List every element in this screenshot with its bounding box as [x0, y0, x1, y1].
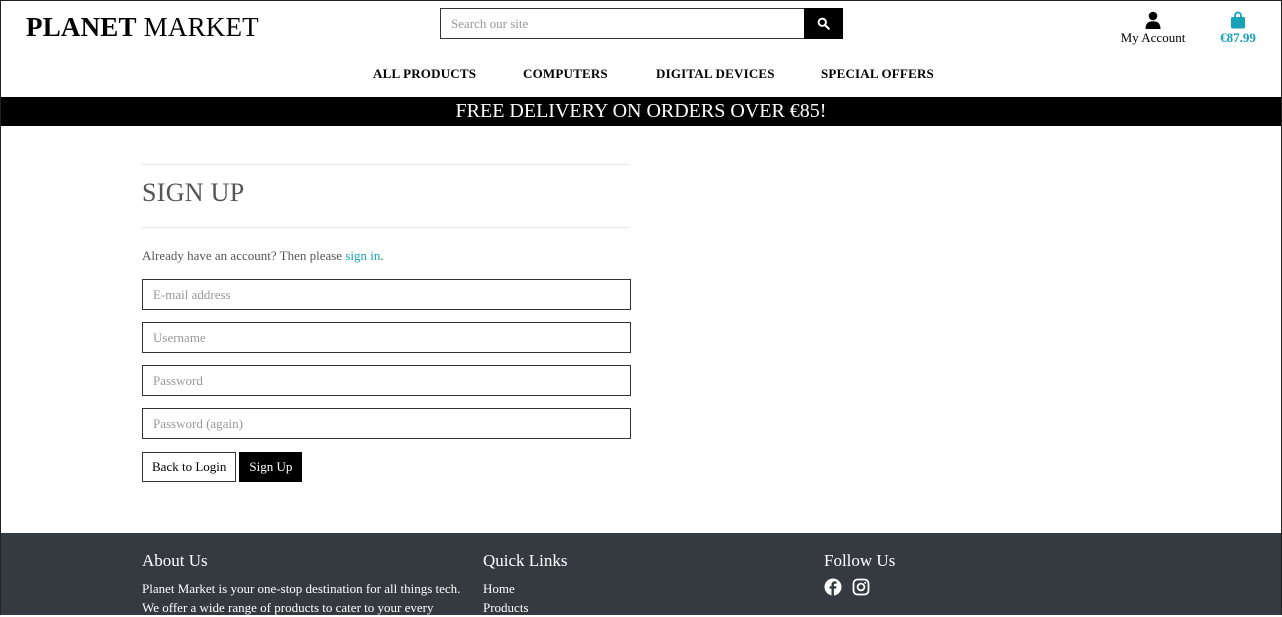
search-button[interactable] — [804, 8, 843, 39]
facebook-icon — [824, 578, 842, 596]
nav-computers[interactable]: COMPUTERS — [523, 66, 608, 82]
signin-link[interactable]: sign in — [345, 248, 380, 263]
footer-quick-links: Quick Links Home Products — [483, 551, 568, 617]
signin-prompt-suffix: . — [380, 248, 384, 263]
footer-link-home[interactable]: Home — [483, 579, 568, 598]
search-icon — [817, 17, 830, 30]
nav-special-offers[interactable]: SPECIAL OFFERS — [821, 66, 934, 82]
site-footer: About Us Planet Market is your one-stop … — [1, 533, 1281, 615]
username-field[interactable] — [142, 322, 631, 353]
email-field[interactable] — [142, 279, 631, 310]
signin-prompt: Already have an account? Then please sig… — [142, 248, 630, 264]
signin-prompt-text: Already have an account? Then please — [142, 248, 346, 263]
back-to-login-button[interactable]: Back to Login — [142, 452, 237, 482]
nav-digital-devices[interactable]: DIGITAL DEVICES — [656, 66, 775, 82]
footer-link-products[interactable]: Products — [483, 598, 568, 617]
social-links — [824, 578, 895, 601]
site-logo[interactable]: PLANET MARKET — [26, 12, 259, 43]
shopping-bag-link[interactable]: €87.99 — [1214, 11, 1262, 46]
my-account-link[interactable]: My Account — [1120, 11, 1186, 46]
instagram-icon — [852, 578, 870, 596]
footer-follow-heading: Follow Us — [824, 551, 896, 570]
sign-up-button[interactable]: Sign Up — [239, 452, 303, 482]
user-icon — [1145, 11, 1161, 29]
delivery-banner: FREE DELIVERY ON ORDERS OVER €85! — [1, 97, 1281, 126]
facebook-link[interactable] — [824, 578, 842, 601]
divider-bottom — [142, 227, 630, 228]
instagram-link[interactable] — [852, 578, 870, 601]
footer-about-text: Planet Market is your one-stop destinati… — [142, 581, 461, 615]
nav-all-products[interactable]: ALL PRODUCTS — [373, 66, 476, 82]
footer-follow: Follow Us — [824, 551, 895, 601]
form-actions: Back to Login Sign Up — [142, 452, 303, 482]
search-input[interactable] — [440, 8, 804, 39]
password-field[interactable] — [142, 365, 631, 396]
footer-about-heading: About Us — [142, 551, 208, 570]
page-title: SIGN UP — [142, 178, 245, 207]
bag-total: €87.99 — [1220, 30, 1256, 45]
divider-top — [142, 164, 630, 165]
shopping-bag-icon — [1231, 11, 1245, 29]
footer-about: About Us Planet Market is your one-stop … — [142, 551, 472, 617]
password-again-field[interactable] — [142, 408, 631, 439]
my-account-label: My Account — [1120, 30, 1186, 45]
signup-section: SIGN UP Already have an account? Then pl… — [142, 164, 631, 482]
search-form — [440, 8, 843, 39]
footer-quick-links-heading: Quick Links — [483, 551, 568, 570]
